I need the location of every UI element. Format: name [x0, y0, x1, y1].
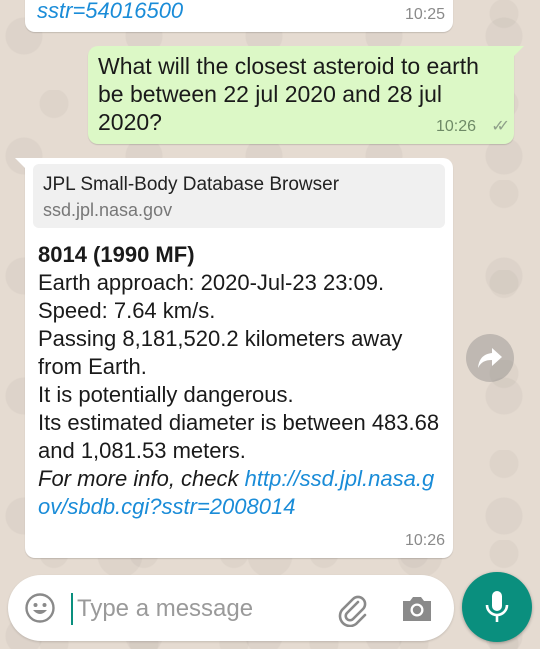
message-text: What will the closest asteroid to earth … [98, 53, 479, 135]
link-preview-title: JPL Small-Body Database Browser [43, 174, 340, 195]
more-info-label: For more info, check [38, 466, 245, 491]
speed-line: Speed: 7.64 km/s. [38, 298, 216, 323]
message-time: 10:26 [404, 532, 445, 549]
message-time: 10:26 [435, 118, 476, 135]
distance-line: Passing 8,181,520.2 kilometers away from… [38, 326, 403, 379]
asteroid-name: 8014 (1990 MF) [38, 242, 195, 267]
approach-line: Earth approach: 2020-Jul-23 23:09. [38, 270, 385, 295]
paperclip-icon[interactable] [336, 593, 370, 627]
voice-message-button[interactable] [462, 572, 532, 642]
danger-line: It is potentially dangerous. [38, 382, 294, 407]
link-preview-domain: ssd.jpl.nasa.gov [43, 200, 173, 220]
microphone-icon [485, 591, 509, 622]
more-info-line: For more info, check http://ssd.jpl.nasa… [38, 465, 443, 521]
forward-button[interactable] [466, 334, 514, 382]
message-link[interactable]: sstr=54016500 [37, 0, 183, 24]
read-receipt-icon: ✓✓ [491, 118, 510, 135]
message-bubble-incoming[interactable]: JPL Small-Body Database Browser ssd.jpl.… [15, 158, 453, 558]
message-composer [8, 575, 454, 641]
emoji-icon[interactable] [24, 592, 56, 624]
message-input[interactable] [75, 589, 319, 629]
link-preview[interactable]: JPL Small-Body Database Browser ssd.jpl.… [33, 164, 445, 228]
message-body: 8014 (1990 MF) Earth approach: 2020-Jul-… [38, 241, 443, 521]
forward-icon [478, 348, 502, 368]
text-cursor [71, 593, 73, 625]
message-time: 10:25 [404, 6, 445, 23]
camera-icon[interactable] [400, 594, 434, 624]
diameter-line: Its estimated diameter is between 483.68… [38, 410, 440, 463]
message-bubble-outgoing[interactable]: What will the closest asteroid to earth … [88, 46, 524, 144]
message-bubble-previous[interactable]: sstr=54016500 10:25 [25, 0, 453, 32]
